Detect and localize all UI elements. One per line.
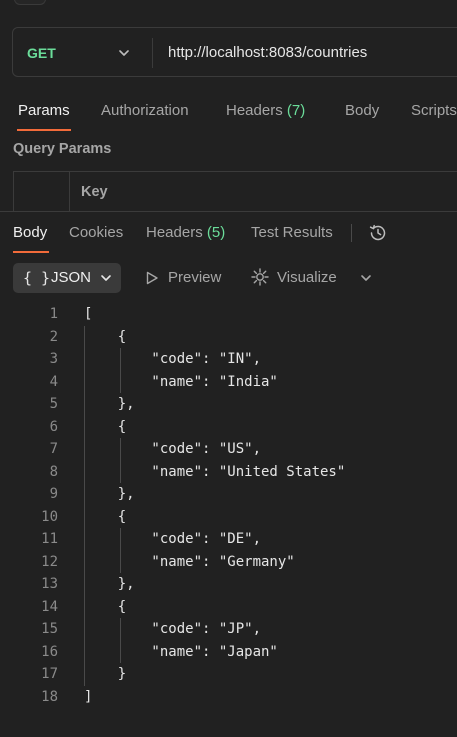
- request-bar: GET http://localhost:8083/countries: [12, 27, 457, 77]
- code-text: },: [84, 396, 135, 412]
- tab-scripts[interactable]: Scripts: [411, 99, 457, 123]
- tab-response-body[interactable]: Body: [13, 221, 47, 245]
- code-line: 8 "name": "United States": [0, 461, 457, 484]
- code-line: 17 }: [0, 663, 457, 686]
- code-text: },: [84, 576, 135, 592]
- key-column-header: Key: [81, 184, 108, 200]
- line-number: 13: [41, 576, 58, 592]
- history-icon[interactable]: [367, 222, 389, 244]
- line-number: 6: [49, 418, 58, 435]
- response-headers-count-badge: (5): [206, 224, 226, 241]
- line-number: 17: [41, 666, 58, 682]
- visualize-button[interactable]: Visualize: [277, 266, 337, 290]
- code-line: 5 },: [0, 393, 457, 416]
- format-dropdown[interactable]: { } JSON: [13, 263, 121, 293]
- code-line: 1[: [0, 303, 457, 326]
- code-line: 2 {: [0, 326, 457, 349]
- code-line: 9 },: [0, 483, 457, 506]
- line-number: 7: [49, 441, 58, 457]
- code-line: 6 {: [0, 416, 457, 439]
- tab-headers-label: Headers: [226, 102, 283, 119]
- active-response-tab-indicator: [13, 251, 49, 253]
- code-text: "name": "United States": [84, 463, 346, 480]
- tab-params[interactable]: Params: [18, 99, 70, 123]
- code-line: 4 "name": "India": [0, 371, 457, 394]
- chevron-down-icon[interactable]: [359, 271, 373, 285]
- code-text: ]: [84, 688, 93, 705]
- chevron-down-icon: [101, 275, 111, 281]
- code-text: "name": "Japan": [84, 643, 278, 660]
- preview-button[interactable]: Preview: [168, 266, 221, 290]
- url-input[interactable]: http://localhost:8083/countries: [168, 28, 367, 78]
- code-text: "code": "DE",: [84, 531, 262, 547]
- response-body-editor[interactable]: 1[2 {3 "code": "IN", 4 "name": "India" 5 }…: [0, 303, 457, 708]
- tab-response-headers[interactable]: Headers (5): [146, 221, 225, 245]
- tab-cookies[interactable]: Cookies: [69, 221, 123, 245]
- code-text: },: [84, 486, 135, 502]
- active-tab-indicator: [17, 129, 71, 131]
- code-line: 13 },: [0, 573, 457, 596]
- line-number: 4: [49, 373, 58, 390]
- play-icon[interactable]: [144, 270, 160, 286]
- query-params-table: Key: [13, 171, 457, 212]
- line-number: 18: [41, 688, 58, 705]
- line-number: 11: [41, 531, 58, 547]
- line-number: 12: [41, 553, 58, 570]
- code-text: {: [84, 598, 127, 615]
- tab-response-headers-label: Headers: [146, 224, 203, 241]
- code-line: 18]: [0, 686, 457, 709]
- tab-test-results[interactable]: Test Results: [251, 221, 333, 245]
- code-line: 12 "name": "Germany": [0, 551, 457, 574]
- divider: [351, 224, 352, 242]
- code-text: "code": "US",: [84, 441, 262, 457]
- code-text: "code": "IN",: [84, 351, 262, 367]
- code-line: 3 "code": "IN",: [0, 348, 457, 371]
- line-number: 5: [49, 396, 58, 412]
- line-number: 14: [41, 598, 58, 615]
- line-number: 16: [41, 643, 58, 660]
- code-line: 7 "code": "US",: [0, 438, 457, 461]
- line-number: 9: [49, 486, 58, 502]
- code-text: "code": "JP",: [84, 621, 262, 637]
- chevron-down-icon[interactable]: [117, 46, 131, 60]
- line-number: 2: [49, 328, 58, 345]
- line-number: 15: [41, 621, 58, 637]
- braces-icon: { }: [23, 269, 51, 287]
- method-selector[interactable]: GET: [27, 28, 56, 78]
- code-line: 14 {: [0, 596, 457, 619]
- code-line: 10 {: [0, 506, 457, 529]
- response-pane-divider[interactable]: [0, 211, 457, 212]
- code-line: 15 "code": "JP",: [0, 618, 457, 641]
- divider: [152, 38, 153, 68]
- code-text: "name": "Germany": [84, 553, 295, 570]
- code-text: }: [84, 666, 127, 682]
- line-number: 3: [49, 351, 58, 367]
- code-text: "name": "India": [84, 373, 278, 390]
- line-number: 1: [49, 306, 58, 322]
- visualize-icon[interactable]: [250, 267, 270, 287]
- code-text: {: [84, 418, 127, 435]
- tab-headers[interactable]: Headers (7): [226, 99, 305, 123]
- line-number: 10: [41, 508, 58, 525]
- tab-body[interactable]: Body: [345, 99, 379, 123]
- code-text: {: [84, 508, 127, 525]
- tab-authorization[interactable]: Authorization: [101, 99, 189, 123]
- headers-count-badge: (7): [286, 102, 306, 119]
- code-text: [: [84, 306, 93, 322]
- line-number: 8: [49, 463, 58, 480]
- format-label: JSON: [51, 269, 92, 286]
- code-line: 11 "code": "DE",: [0, 528, 457, 551]
- code-line: 16 "name": "Japan": [0, 641, 457, 664]
- window-tab-stub: [14, 0, 46, 5]
- code-text: {: [84, 328, 127, 345]
- column-divider: [69, 172, 70, 212]
- query-params-title: Query Params: [13, 141, 112, 157]
